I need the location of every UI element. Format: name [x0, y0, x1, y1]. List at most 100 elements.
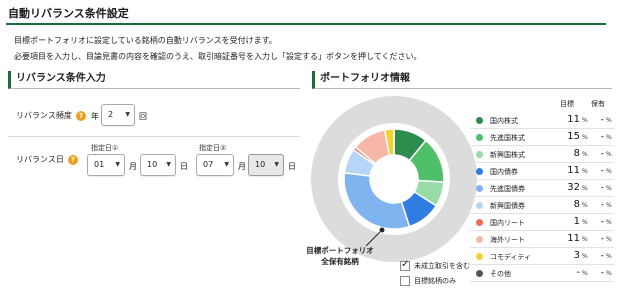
legend-color-dot — [476, 185, 483, 192]
date1-label: 指定日① — [91, 144, 119, 152]
legend-target-value: 1 — [573, 216, 580, 227]
rebalance-date-help-icon[interactable]: ? — [67, 154, 78, 165]
legend-asset-name: 国内リート — [490, 219, 525, 227]
legend-color-dot — [476, 219, 483, 226]
frequency-prefix: 年 — [91, 112, 99, 121]
include-pending-checkbox[interactable] — [400, 259, 410, 271]
date2-label: 指定日② — [199, 144, 227, 152]
legend-holding-value: - — [600, 183, 604, 193]
legend-holding-value: - — [600, 132, 604, 142]
legend-holding-percent: % — [606, 117, 612, 124]
chevron-down-icon: ▼ — [274, 161, 279, 168]
legend-row: 海外リート 11% -% — [470, 231, 614, 248]
legend-target-percent: % — [582, 202, 588, 209]
legend-target-percent: % — [582, 117, 588, 124]
legend-asset-name: その他 — [490, 270, 511, 278]
include-pending-checkbox-row[interactable]: 未成立取引を含む — [400, 259, 470, 271]
legend-color-dot — [476, 117, 483, 124]
page-title: 自動リバランス条件設定 — [8, 7, 129, 20]
legend-target-value: - — [576, 267, 580, 278]
column-header-holding: 保有 — [591, 100, 605, 108]
date1-month-value: 01 — [94, 160, 105, 169]
target-only-checkbox[interactable] — [400, 276, 410, 286]
legend-holding-percent: % — [606, 185, 612, 192]
rebalance-conditions-heading: リバランス条件入力 — [8, 71, 300, 89]
legend-holding-percent: % — [606, 168, 612, 175]
legend-asset-name: コモディティ — [490, 253, 532, 261]
legend-color-dot — [476, 253, 483, 260]
legend-holding-percent: % — [606, 253, 612, 260]
legend-row: 国内債券 11% -% — [470, 163, 614, 180]
legend-holding-percent: % — [606, 219, 612, 226]
date2-day-unit: 日 — [288, 162, 296, 171]
legend-asset-name: 海外リート — [490, 236, 525, 244]
legend-target-percent: % — [582, 236, 588, 243]
legend-row: 新興国株式 8% -% — [470, 146, 614, 163]
legend-color-dot — [476, 270, 483, 277]
legend-asset-name: 新興国債券 — [490, 202, 525, 210]
include-pending-label: 未成立取引を含む — [414, 262, 470, 270]
frequency-select-value: 2 — [108, 110, 114, 119]
frequency-label: リバランス頻度? — [16, 110, 86, 121]
legend-target-value: 8 — [573, 148, 580, 159]
legend-row: 先進国株式 15% -% — [470, 129, 614, 146]
legend-asset-name: 国内株式 — [490, 117, 518, 125]
portfolio-info-heading: ポートフォリオ情報 — [312, 71, 612, 89]
legend-holding-percent: % — [606, 202, 612, 209]
chevron-down-icon: ▼ — [224, 161, 229, 168]
date1-month-select[interactable]: 01 ▼ — [87, 154, 125, 176]
chevron-down-icon: ▼ — [115, 161, 120, 168]
section-divider — [8, 136, 300, 137]
legend-holding-value: - — [600, 200, 604, 210]
chart-caption-target: 目標ポートフォリオ — [306, 246, 374, 255]
legend-holding-value: - — [600, 115, 604, 125]
title-underline — [6, 23, 606, 25]
date1-day-select[interactable]: 10 ▼ — [140, 154, 176, 176]
legend-asset-name: 先進国債券 — [490, 185, 525, 193]
legend-row: 新興国債券 8% -% — [470, 197, 614, 214]
legend-target-value: 8 — [573, 199, 580, 210]
rebalance-date-label: リバランス日? — [16, 154, 78, 165]
legend-row: 先進国債券 32% -% — [470, 180, 614, 197]
intro-text-line-1: 目標ポートフォリオに設定している銘柄の自動リバランスを受付けます。 — [14, 36, 277, 45]
legend-holding-percent: % — [606, 134, 612, 141]
legend-color-dot — [476, 202, 483, 209]
legend-target-percent: % — [582, 219, 588, 226]
legend-holding-value: - — [600, 234, 604, 244]
date2-day-select[interactable]: 10 ▼ — [248, 154, 284, 176]
chevron-down-icon: ▼ — [125, 111, 130, 118]
legend-holding-value: - — [600, 166, 604, 176]
legend-holding-value: - — [600, 268, 604, 278]
date2-month-unit: 月 — [238, 162, 246, 171]
date1-day-unit: 日 — [180, 162, 188, 171]
legend-row: 国内株式 11% -% — [470, 112, 614, 129]
target-only-label: 目標銘柄のみ — [414, 277, 456, 285]
column-header-target: 目標 — [560, 100, 574, 108]
legend-target-value: 11 — [567, 165, 580, 176]
legend-target-percent: % — [582, 253, 588, 260]
legend-holding-value: - — [600, 149, 604, 159]
legend-target-value: 15 — [567, 131, 580, 142]
legend-target-percent: % — [582, 134, 588, 141]
legend-target-percent: % — [582, 270, 588, 277]
legend-target-percent: % — [582, 185, 588, 192]
legend-color-dot — [476, 236, 483, 243]
frequency-select[interactable]: 2 ▼ — [101, 104, 135, 126]
date2-month-select[interactable]: 07 ▼ — [196, 154, 234, 176]
legend-holding-value: - — [600, 251, 604, 261]
legend-holding-value: - — [600, 217, 604, 227]
legend-holding-percent: % — [606, 151, 612, 158]
legend-target-value: 11 — [567, 233, 580, 244]
target-only-checkbox-row[interactable]: 目標銘柄のみ — [400, 276, 456, 286]
legend-row: 国内リート 1% -% — [470, 214, 614, 231]
legend-holding-percent: % — [606, 270, 612, 277]
legend-color-dot — [476, 168, 483, 175]
legend-asset-name: 国内債券 — [490, 168, 518, 176]
legend-holding-percent: % — [606, 236, 612, 243]
intro-text-line-2: 必要項目を入力し、目論見書の内容を確認のうえ、取引暗証番号を入力し「設定する」ボ… — [14, 52, 422, 61]
legend-target-value: 3 — [573, 250, 580, 261]
frequency-help-icon[interactable]: ? — [75, 110, 86, 121]
legend-target-value: 11 — [567, 114, 580, 125]
frequency-label-text: リバランス頻度 — [16, 111, 72, 120]
legend-color-dot — [476, 134, 483, 141]
